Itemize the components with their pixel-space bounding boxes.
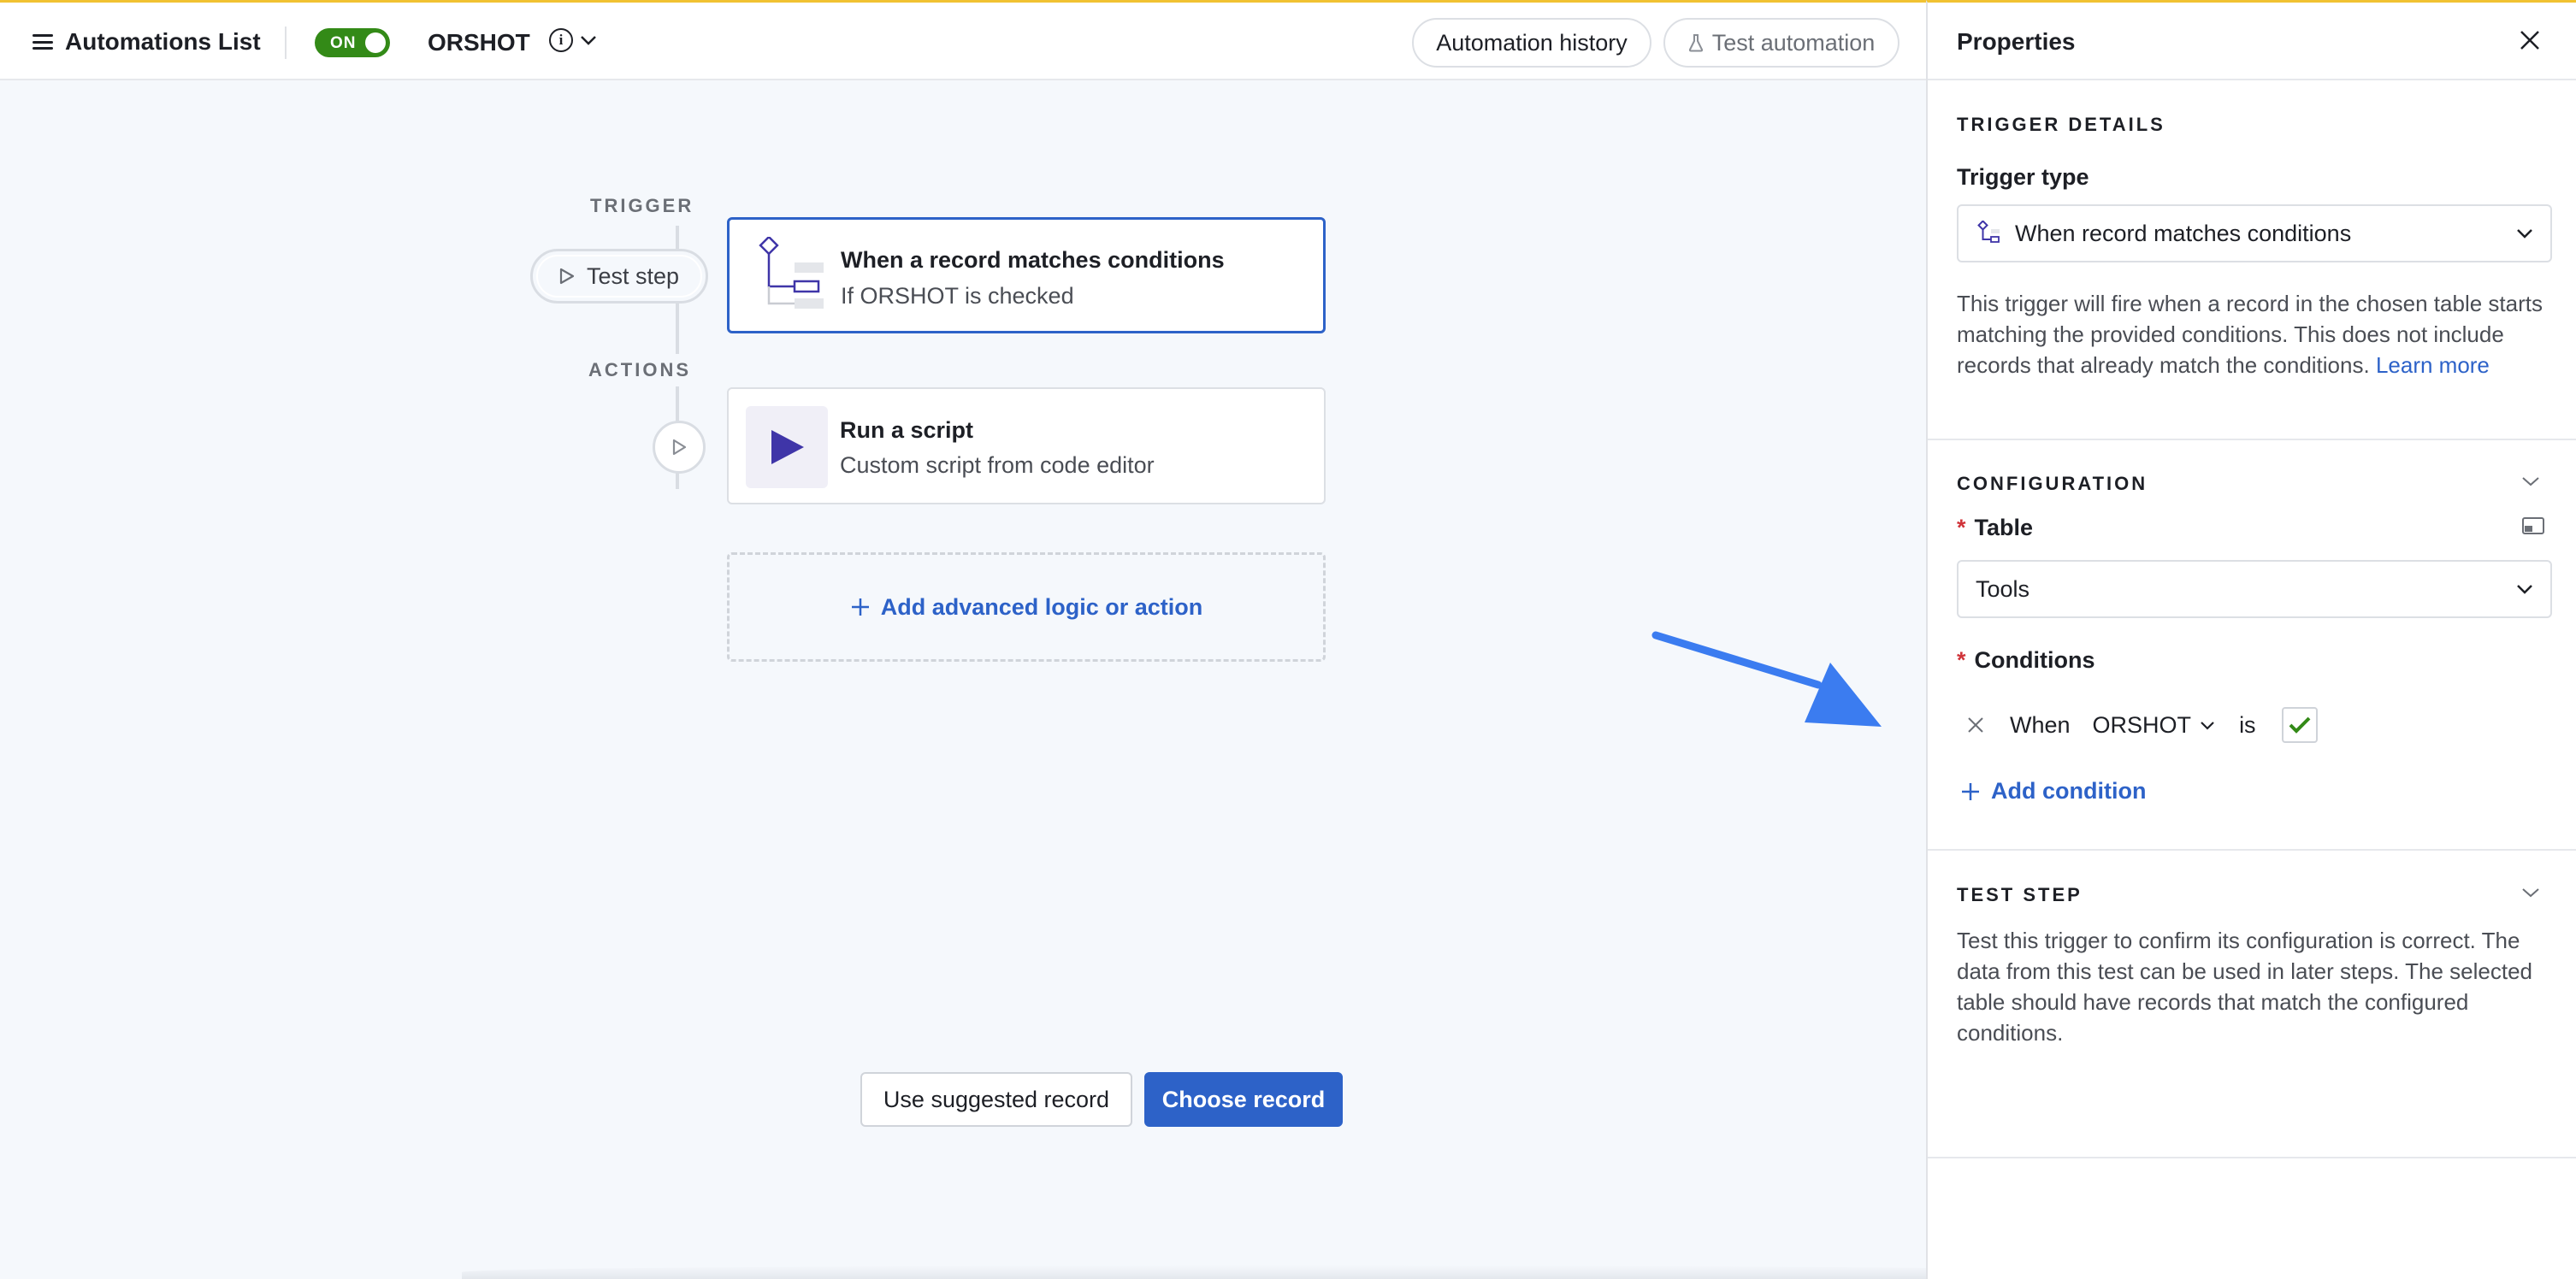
connector-line — [676, 226, 679, 250]
add-condition-button[interactable]: Add condition — [1960, 778, 2146, 805]
condition-operator[interactable]: is — [2239, 712, 2256, 739]
test-step-heading: TEST STEP — [1957, 884, 2083, 905]
remove-condition-icon[interactable] — [1965, 715, 1986, 735]
automations-list-label: Automations List — [65, 28, 261, 55]
script-icon-box — [746, 406, 828, 488]
conditions-label-text: Conditions — [1974, 647, 2095, 673]
trigger-card[interactable]: When a record matches conditions If ORSH… — [727, 217, 1326, 333]
automation-history-button[interactable]: Automation history — [1412, 18, 1651, 68]
table-label-text: Table — [1974, 515, 2034, 540]
checkmark-icon — [2289, 716, 2310, 734]
plus-icon — [851, 598, 869, 616]
table-value: Tools — [1976, 575, 2030, 602]
trigger-conditions-icon — [759, 237, 824, 309]
connector-line — [676, 472, 679, 489]
menu-icon — [32, 34, 53, 50]
test-automation-label: Test automation — [1711, 29, 1876, 56]
test-action-button[interactable] — [653, 421, 706, 474]
automation-name[interactable]: ORSHOT — [428, 29, 530, 56]
section-separator — [1928, 849, 2576, 851]
condition-when-label: When — [2010, 711, 2071, 738]
script-play-icon — [771, 430, 804, 464]
table-expand-icon[interactable] — [2521, 516, 2545, 536]
trigger-type-label: Trigger type — [1957, 164, 2089, 190]
connector-line — [676, 386, 679, 422]
trigger-card-subtitle: If ORSHOT is checked — [841, 283, 1074, 309]
use-suggested-record-button[interactable]: Use suggested record — [860, 1072, 1132, 1127]
play-icon — [559, 268, 575, 285]
section-separator — [1928, 439, 2576, 440]
configuration-heading: CONFIGURATION — [1957, 473, 2148, 494]
actions-section-label: ACTIONS — [588, 359, 691, 380]
info-dropdown-button[interactable]: i — [549, 28, 597, 52]
info-icon: i — [549, 28, 573, 52]
table-select[interactable]: Tools — [1957, 560, 2552, 618]
condition-field-value: ORSHOT — [2092, 711, 2192, 738]
trigger-conditions-icon — [1977, 221, 2000, 243]
toggle-knob — [365, 32, 386, 53]
plus-icon — [1962, 782, 1979, 800]
run-script-subtitle: Custom script from code editor — [840, 452, 1155, 478]
close-icon[interactable] — [2518, 28, 2542, 52]
topbar-divider — [285, 27, 287, 59]
top-bar: Automations List ON ORSHOT i Automation … — [0, 0, 1926, 80]
chevron-down-icon — [581, 36, 596, 45]
condition-row: When ORSHOT is — [1957, 704, 2318, 746]
trigger-type-select[interactable]: When record matches conditions — [1957, 204, 2552, 262]
annotation-arrow — [1651, 631, 1882, 727]
canvas-bottom-shadow — [462, 1265, 2121, 1279]
trigger-description: This trigger will fire when a record in … — [1957, 288, 2552, 380]
connector-line — [676, 303, 679, 354]
section-separator — [1928, 1157, 2576, 1158]
automations-list-button[interactable]: Automations List — [32, 28, 261, 56]
test-step-button[interactable]: Test step — [530, 249, 708, 304]
automation-history-label: Automation history — [1436, 29, 1628, 56]
chevron-down-icon — [2201, 722, 2214, 730]
condition-value-checkbox[interactable] — [2281, 707, 2318, 743]
trigger-details-heading: TRIGGER DETAILS — [1957, 114, 2165, 135]
toggle-label: ON — [330, 34, 357, 52]
run-script-card[interactable]: Run a script Custom script from code edi… — [727, 387, 1326, 504]
test-step-label: Test step — [586, 262, 680, 289]
chevron-down-icon[interactable] — [2521, 887, 2540, 899]
chevron-down-icon[interactable] — [2521, 475, 2540, 487]
learn-more-link[interactable]: Learn more — [2376, 352, 2490, 378]
required-asterisk: * — [1957, 647, 1966, 673]
add-condition-label: Add condition — [1991, 778, 2147, 804]
play-icon — [672, 439, 687, 456]
choose-record-button[interactable]: Choose record — [1144, 1072, 1343, 1127]
trigger-type-value: When record matches conditions — [2015, 220, 2352, 246]
automation-on-toggle[interactable]: ON — [315, 28, 390, 57]
trigger-section-label: TRIGGER — [590, 195, 694, 216]
properties-header: Properties — [1928, 3, 2576, 80]
add-logic-label: Add advanced logic or action — [880, 593, 1203, 620]
condition-field-select[interactable]: ORSHOT — [2093, 712, 2216, 739]
flask-icon — [1688, 34, 1703, 52]
conditions-label: * Conditions — [1957, 647, 2095, 674]
required-asterisk: * — [1957, 515, 1966, 540]
run-script-title: Run a script — [840, 417, 974, 443]
chevron-down-icon — [2517, 585, 2532, 594]
test-step-description: Test this trigger to confirm its configu… — [1957, 928, 2533, 1046]
trigger-card-title: When a record matches conditions — [841, 247, 1225, 273]
properties-title: Properties — [1957, 28, 2076, 55]
test-automation-button[interactable]: Test automation — [1663, 18, 1900, 68]
properties-panel: Properties TRIGGER DETAILS Trigger type … — [1926, 0, 2576, 1279]
add-logic-or-action-button[interactable]: Add advanced logic or action — [727, 552, 1326, 662]
table-label: * Table — [1957, 515, 2033, 541]
chevron-down-icon — [2517, 229, 2532, 239]
